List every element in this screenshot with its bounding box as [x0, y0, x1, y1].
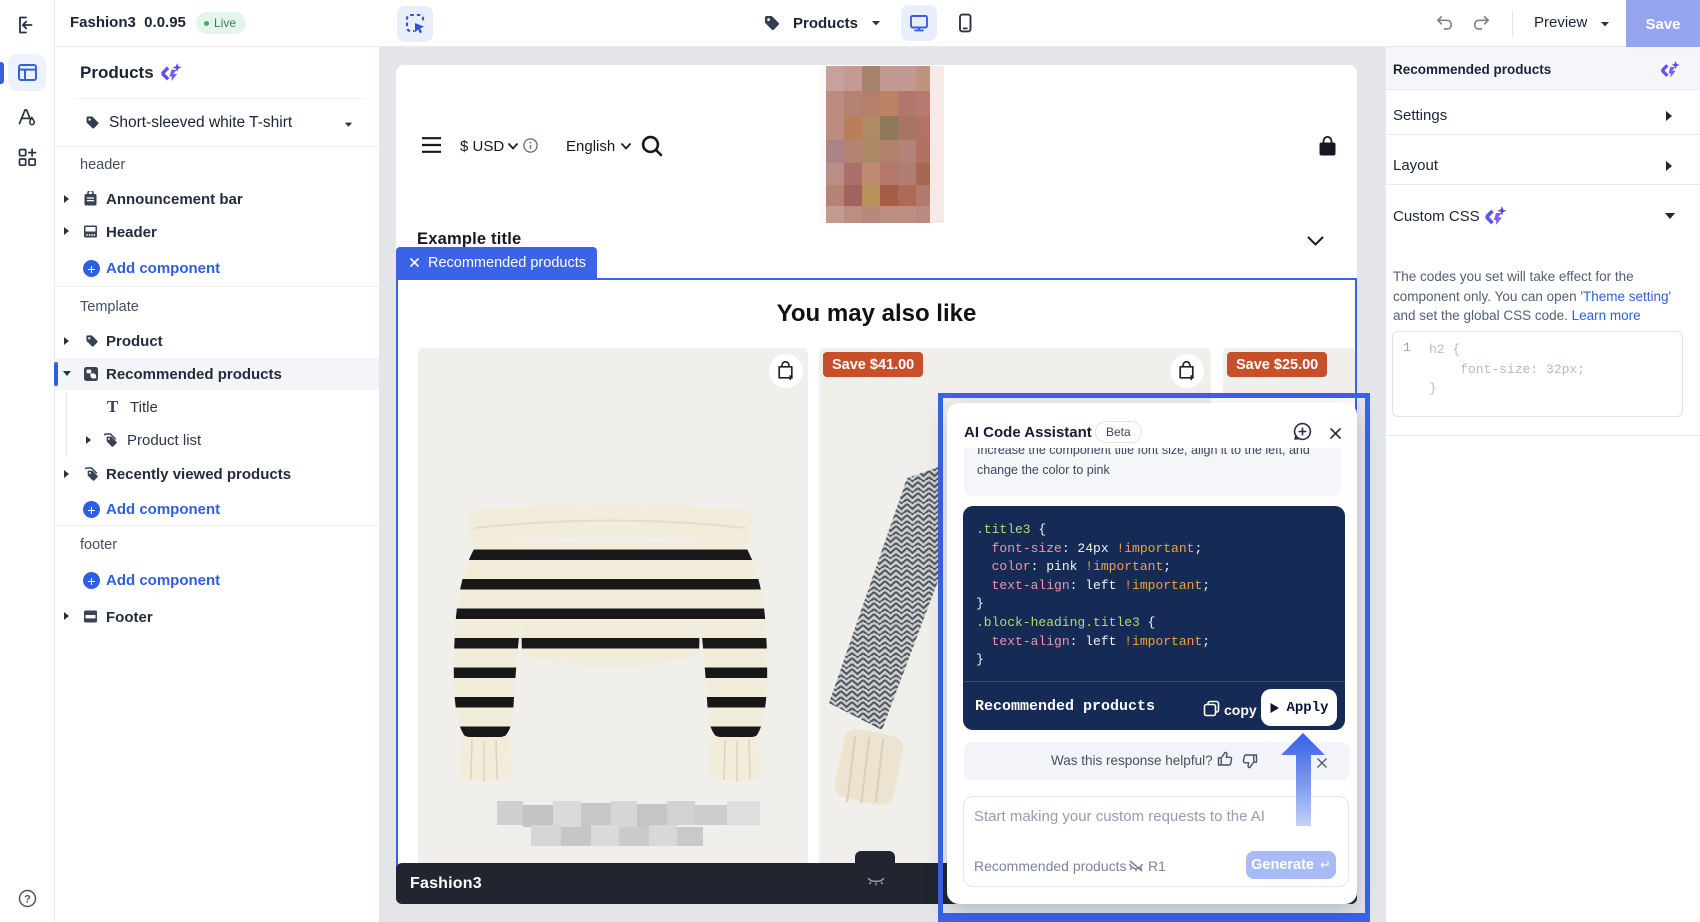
svg-text:?: ? — [24, 893, 31, 905]
